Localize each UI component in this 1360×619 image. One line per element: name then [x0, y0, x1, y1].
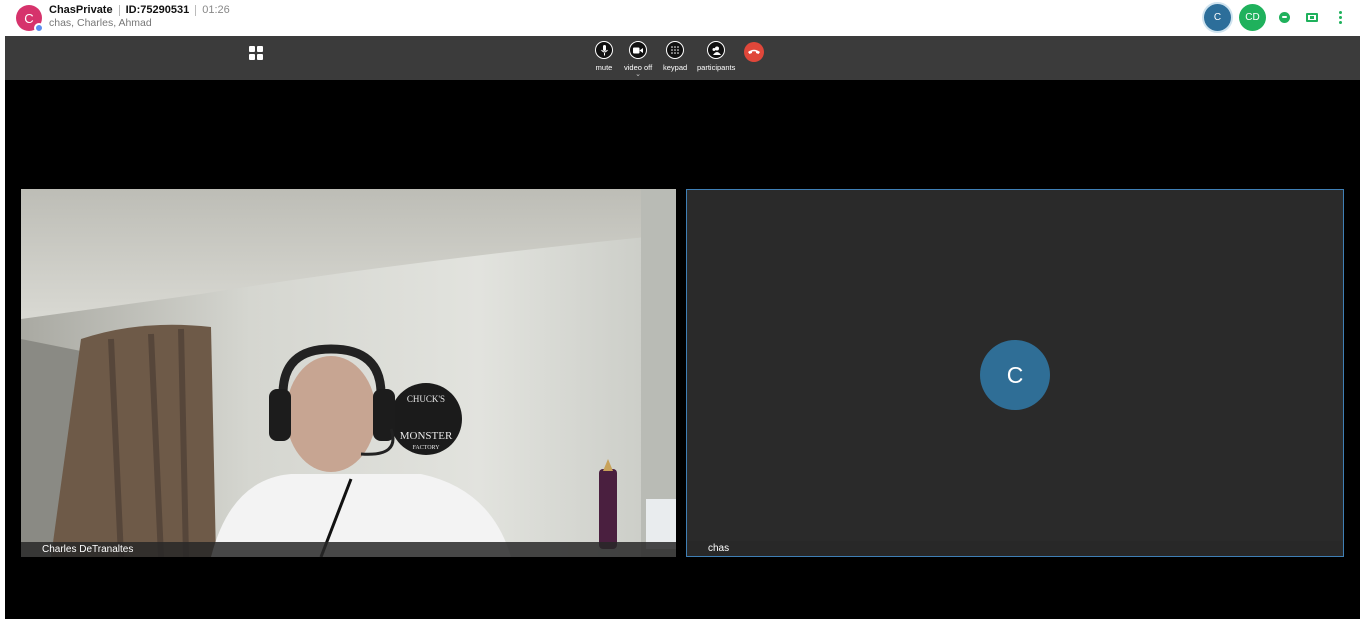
layout-grid-icon[interactable] — [249, 46, 263, 60]
avatar-status-badge — [34, 23, 44, 33]
divider — [118, 5, 120, 16]
hang-up-button[interactable] — [744, 42, 764, 62]
meeting-header: C ChasPrivate ID:75290531 01:26 chas, Ch… — [0, 0, 1360, 36]
avatar-initial: C — [1006, 361, 1024, 388]
participant-name: chas — [708, 543, 730, 554]
divider — [195, 5, 197, 16]
keypad-button[interactable]: keypad — [663, 41, 687, 72]
participants-list: chas, Charles, Ahmad — [49, 17, 152, 29]
meeting-avatar[interactable]: C — [16, 5, 44, 33]
participants-icon — [707, 41, 726, 59]
chat-icon — [1278, 12, 1290, 23]
avatar-initials: C — [1213, 12, 1222, 23]
participant-avatar-c[interactable]: C — [1204, 4, 1231, 31]
video-tile-chas[interactable]: C chas — [686, 189, 1344, 557]
mute-button[interactable]: mute — [595, 41, 613, 72]
mute-label: mute — [595, 63, 613, 72]
call-timer: 01:26 — [202, 4, 230, 16]
keypad-icon — [666, 41, 685, 59]
participant-name-bar: Charles DeTranaltes — [21, 542, 676, 557]
participant-avatar-large: C — [980, 340, 1050, 410]
share-screen-button[interactable] — [1302, 8, 1322, 28]
poster-line-3: FACTORY — [412, 445, 440, 451]
phone-hangup-icon — [748, 49, 760, 54]
chat-button[interactable] — [1274, 8, 1294, 28]
header-actions: C CD — [1204, 4, 1350, 31]
avatar-initials: CD — [1245, 12, 1260, 23]
video-tile-charles[interactable]: CHUCK'S MONSTER FACTORY Charles DeTranal… — [21, 189, 676, 557]
meeting-title-row: ChasPrivate ID:75290531 01:26 — [49, 4, 230, 17]
video-camera-icon — [629, 41, 648, 59]
participant-avatar-cd[interactable]: CD — [1239, 4, 1266, 31]
webcam-video-feed: CHUCK'S MONSTER FACTORY — [21, 189, 676, 557]
more-options-button[interactable] — [1330, 8, 1350, 28]
participants-button[interactable]: participants — [697, 41, 735, 72]
keypad-label: keypad — [663, 63, 688, 72]
more-vertical-icon — [1338, 11, 1342, 24]
meeting-id: ID:75290531 — [125, 4, 190, 16]
meeting-avatar-initial: C — [24, 10, 34, 26]
participant-name-bar: chas — [687, 541, 1343, 556]
microphone-icon — [595, 41, 613, 59]
call-stage: mute video off ⌄ keypad participants CHU… — [5, 36, 1360, 619]
share-screen-icon — [1306, 13, 1318, 22]
poster-line-1: CHUCK'S — [407, 394, 445, 404]
poster-line-2: MONSTER — [400, 430, 453, 442]
video-off-button[interactable]: video off ⌄ — [624, 41, 652, 78]
chevron-down-icon[interactable]: ⌄ — [635, 71, 641, 78]
meeting-name: ChasPrivate — [49, 4, 113, 16]
participant-name: Charles DeTranaltes — [42, 544, 134, 555]
call-toolbar: mute video off ⌄ keypad participants — [5, 36, 1360, 80]
participants-label: participants — [697, 63, 736, 72]
